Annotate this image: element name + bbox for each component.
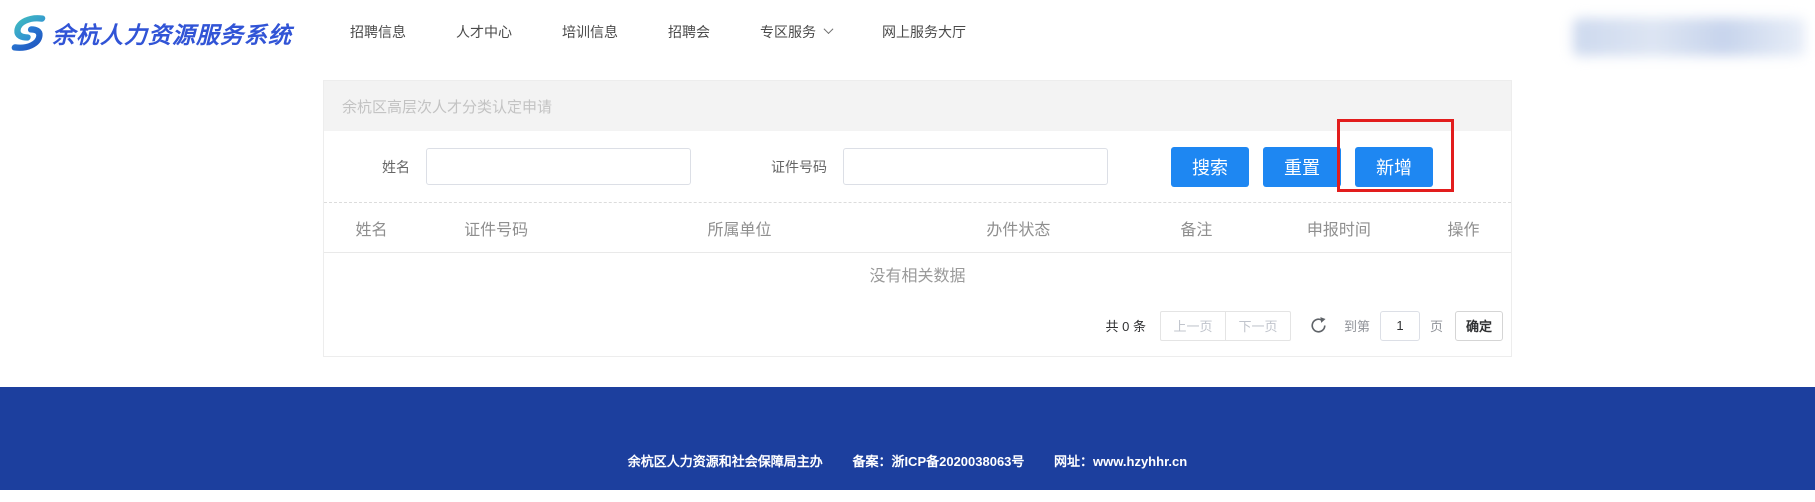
add-button[interactable]: 新增 <box>1355 147 1433 187</box>
nav-item-training-info[interactable]: 培训信息 <box>562 22 618 42</box>
column-header-employer: 所属单位 <box>573 216 905 240</box>
action-buttons: 搜索 重置 新增 <box>1171 147 1433 187</box>
page-title: 余杭区高层次人才分类认定申请 <box>324 81 1511 131</box>
footer-site-url: 网址：www.hzyhhr.cn <box>1054 454 1187 469</box>
brand-title: 余杭人力资源服务系统 <box>52 16 292 50</box>
confirm-page-button[interactable]: 确定 <box>1455 311 1503 341</box>
user-info-blurred[interactable] <box>1573 18 1805 56</box>
column-header-remark: 备注 <box>1131 216 1262 240</box>
page-number-input[interactable] <box>1380 311 1420 341</box>
nav-item-zone-services[interactable]: 专区服务 <box>760 22 832 42</box>
name-label: 姓名 <box>382 157 410 177</box>
name-input[interactable] <box>426 148 691 185</box>
chevron-down-icon <box>824 24 834 34</box>
column-header-apply-time: 申报时间 <box>1262 216 1416 240</box>
next-page-button[interactable]: 下一页 <box>1225 311 1291 341</box>
reset-button[interactable]: 重置 <box>1263 147 1341 187</box>
footer-icp: 备案：浙ICP备2020038063号 <box>852 454 1024 469</box>
nav-item-recruit-info[interactable]: 招聘信息 <box>350 22 406 42</box>
id-number-label: 证件号码 <box>771 157 827 177</box>
search-button[interactable]: 搜索 <box>1171 147 1249 187</box>
id-number-input[interactable] <box>843 148 1108 185</box>
column-header-status: 办件状态 <box>906 216 1132 240</box>
column-header-actions: 操作 <box>1416 216 1511 240</box>
empty-state-text: 没有相关数据 <box>324 253 1511 295</box>
top-header: 余杭人力资源服务系统 招聘信息 人才中心 培训信息 招聘会 专区服务 网上服务大… <box>0 0 1815 64</box>
goto-page-label: 到第 <box>1344 316 1370 335</box>
column-header-id-number: 证件号码 <box>419 216 573 240</box>
pagination: 共 0 条 上一页 下一页 到第 页 确定 <box>324 295 1511 356</box>
nav-item-talent-center[interactable]: 人才中心 <box>456 22 512 42</box>
pagination-total: 共 0 条 <box>1105 316 1145 335</box>
prev-page-button[interactable]: 上一页 <box>1160 311 1226 341</box>
nav-item-label: 专区服务 <box>760 22 816 42</box>
refresh-icon[interactable] <box>1309 316 1328 335</box>
footer-host: 余杭区人力资源和社会保障局主办 <box>628 454 823 469</box>
table-header-row: 姓名 证件号码 所属单位 办件状态 备注 申报时间 操作 <box>324 203 1511 253</box>
column-header-name: 姓名 <box>324 216 419 240</box>
page-unit-label: 页 <box>1430 316 1443 335</box>
site-footer: 余杭区人力资源和社会保障局主办 备案：浙ICP备2020038063号 网址：w… <box>0 387 1815 490</box>
nav-item-job-fair[interactable]: 招聘会 <box>668 22 710 42</box>
main-nav: 招聘信息 人才中心 培训信息 招聘会 专区服务 网上服务大厅 <box>350 0 966 64</box>
application-card: 余杭区高层次人才分类认定申请 姓名 证件号码 搜索 重置 新增 姓名 证件号码 … <box>323 80 1512 357</box>
brand-logo[interactable]: 余杭人力资源服务系统 <box>10 10 292 56</box>
footer-text: 余杭区人力资源和社会保障局主办 备案：浙ICP备2020038063号 网址：w… <box>0 451 1815 470</box>
nav-item-online-service-hall[interactable]: 网上服务大厅 <box>882 22 966 42</box>
search-form: 姓名 证件号码 搜索 重置 新增 <box>324 131 1511 203</box>
logo-icon <box>10 11 46 55</box>
